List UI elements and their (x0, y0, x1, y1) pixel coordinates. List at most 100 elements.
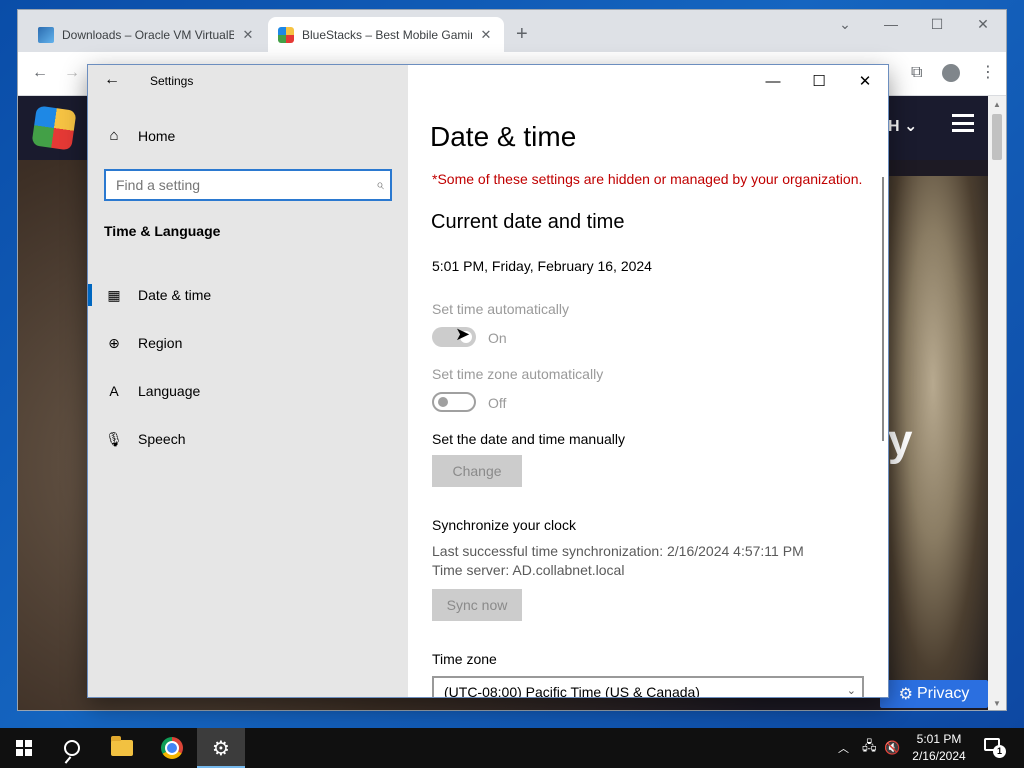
browser-forward-icon[interactable]: → (64, 64, 80, 82)
current-datetime: 5:01 PM, Friday, February 16, 2024 (432, 258, 652, 274)
new-tab-icon[interactable]: + (516, 24, 528, 44)
tab-search-icon[interactable]: ⌄ (822, 16, 868, 33)
nav-item-label: Language (138, 383, 201, 399)
microphone-icon: 🎙 (105, 430, 123, 447)
sync-heading: Synchronize your clock (432, 517, 576, 533)
nav-item-label: Date & time (138, 287, 212, 303)
set-time-auto-label: Set time automatically (432, 301, 569, 317)
browser-menu-icon[interactable]: ⋮ (980, 62, 996, 82)
gear-icon: ⚙ (212, 737, 230, 760)
date-time-icon: ▦ (107, 286, 121, 303)
scroll-up-icon[interactable]: ▲ (993, 100, 1001, 109)
region-icon: ⊕ (108, 334, 120, 351)
taskbar-clock[interactable]: 5:01 PM 2/16/2024 (904, 731, 974, 765)
settings-nav-list: ▦ Date & time ⊕ Region A Language 🎙 Spee… (88, 271, 408, 463)
maximize-icon[interactable]: ☐ (914, 16, 960, 33)
managed-notice: *Some of these settings are hidden or ma… (432, 171, 863, 187)
settings-window: ← Settings ⌂ Home ⌕ Time & Language ▦ Da… (88, 65, 888, 697)
show-hidden-icons-icon[interactable]: ︿ (838, 728, 849, 768)
settings-content-pane: — ☐ ✕ Date & time *Some of these setting… (408, 65, 888, 697)
chrome-icon (161, 737, 183, 759)
bluestacks-logo-icon[interactable] (31, 105, 77, 151)
home-icon: ⌂ (109, 127, 119, 144)
content-scrollbar[interactable] (882, 177, 884, 441)
page-title: Date & time (430, 121, 577, 152)
section-title: Time & Language (104, 223, 221, 239)
search-input[interactable] (106, 171, 356, 199)
volume-muted-icon[interactable]: 🔇 (884, 728, 900, 768)
sync-now-button[interactable]: Sync now (432, 589, 522, 621)
nav-item-label: Region (138, 335, 183, 351)
profile-avatar-icon[interactable] (942, 64, 960, 82)
hamburger-menu-icon[interactable] (952, 114, 974, 132)
notification-badge: 1 (993, 745, 1006, 758)
close-tab-icon[interactable]: ✕ (478, 27, 494, 43)
page-scrollbar[interactable]: ▲ ▼ (988, 96, 1006, 710)
minimize-button[interactable]: — (750, 65, 796, 97)
nav-item-label: Speech (138, 431, 186, 447)
folder-icon (111, 736, 133, 756)
time-server-text: Time server: AD.collabnet.local (432, 562, 625, 578)
notification-center-button[interactable]: 1 (984, 738, 1006, 758)
settings-nav-pane: ← Settings ⌂ Home ⌕ Time & Language ▦ Da… (88, 65, 408, 697)
home-label: Home (138, 127, 176, 144)
gear-icon: ⚙ (898, 686, 913, 703)
privacy-label: Privacy (916, 685, 970, 702)
language-selector[interactable]: H ⌄ (888, 116, 917, 136)
chrome-taskbar-button[interactable] (148, 728, 196, 768)
app-title: Settings (150, 74, 194, 88)
nav-item-speech[interactable]: 🎙 Speech (88, 415, 408, 463)
change-button[interactable]: Change (432, 455, 522, 487)
home-nav-item[interactable]: ⌂ Home (104, 127, 175, 144)
browser-tab-virtualbox[interactable]: Downloads – Oracle VM VirtualB ✕ (28, 17, 266, 52)
taskbar-search-button[interactable] (48, 728, 96, 768)
last-sync-text: Last successful time synchronization: 2/… (432, 543, 804, 559)
bluestacks-favicon-icon (278, 26, 294, 43)
scrollbar-thumb[interactable] (992, 114, 1002, 160)
virtualbox-favicon-icon (38, 26, 54, 43)
set-time-auto-state: On (488, 330, 507, 346)
mouse-cursor-icon: ➤ (455, 324, 471, 344)
hero-text-fragment: y (888, 416, 913, 465)
settings-taskbar-button[interactable]: ⚙ (197, 728, 245, 768)
nav-item-region[interactable]: ⊕ Region (88, 319, 408, 367)
settings-titlebar: ← Settings (88, 65, 408, 97)
close-button[interactable]: ✕ (842, 65, 888, 97)
tab-title: BlueStacks – Best Mobile Gaming (302, 27, 472, 42)
time-zone-label: Time zone (432, 651, 497, 667)
network-icon[interactable]: 🖧 (862, 728, 877, 768)
back-arrow-icon[interactable]: ← (104, 71, 120, 89)
browser-tabstrip: Downloads – Oracle VM VirtualB ✕ BlueSta… (18, 10, 1006, 52)
set-tz-auto-toggle[interactable] (432, 392, 476, 412)
language-icon: A (109, 383, 119, 399)
time-zone-value: (UTC-08:00) Pacific Time (US & Canada) (444, 684, 700, 697)
close-icon[interactable]: ✕ (960, 16, 1006, 33)
time-zone-dropdown[interactable]: (UTC-08:00) Pacific Time (US & Canada) ⌄ (432, 676, 864, 697)
clock-date: 2/16/2024 (912, 749, 966, 763)
maximize-button[interactable]: ☐ (796, 65, 842, 97)
nav-item-date-time[interactable]: ▦ Date & time (88, 271, 408, 319)
start-button[interactable] (0, 728, 48, 768)
browser-back-icon[interactable]: ← (32, 64, 48, 82)
privacy-button[interactable]: ⚙ Privacy (880, 680, 988, 708)
window-controls: — ☐ ✕ (750, 65, 888, 97)
scroll-down-icon[interactable]: ▼ (993, 699, 1001, 708)
windows-logo-icon (16, 740, 32, 756)
settings-search-box[interactable]: ⌕ (104, 169, 392, 201)
taskbar: ⚙ ︿ 🖧 🔇 5:01 PM 2/16/2024 1 (0, 728, 1024, 768)
minimize-icon[interactable]: — (868, 16, 914, 32)
close-tab-icon[interactable]: ✕ (240, 27, 256, 43)
set-tz-auto-state: Off (488, 395, 507, 411)
tab-title: Downloads – Oracle VM VirtualB (62, 27, 234, 42)
manual-datetime-label: Set the date and time manually (432, 431, 626, 447)
current-date-heading: Current date and time (431, 211, 625, 233)
browser-tab-bluestacks[interactable]: BlueStacks – Best Mobile Gaming ✕ (268, 17, 504, 52)
clock-time: 5:01 PM (916, 732, 962, 746)
nav-item-language[interactable]: A Language (88, 367, 408, 415)
search-icon: ⌕ (376, 176, 384, 192)
search-icon (64, 740, 80, 756)
set-tz-auto-label: Set time zone automatically (432, 366, 604, 382)
chevron-down-icon: ⌄ (846, 685, 856, 697)
extensions-icon[interactable]: ⧉ (911, 64, 922, 82)
file-explorer-button[interactable] (98, 728, 146, 768)
